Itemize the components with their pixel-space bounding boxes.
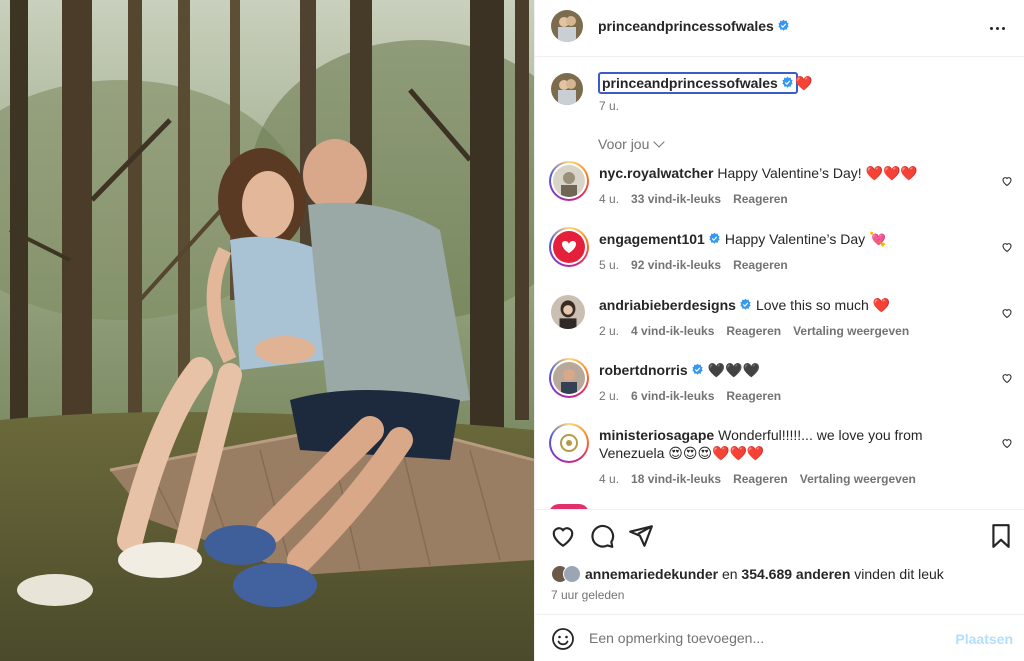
translate-button[interactable]: Vertaling weergeven (793, 324, 909, 338)
comment-body: engagement101 Happy Valentine’s Day 💘 (599, 230, 979, 248)
commenter-avatar[interactable] (551, 295, 585, 329)
comment-body: andriabieberdesigns Love this so much ❤️ (599, 296, 979, 314)
comment-text: 🖤🖤🖤 (707, 362, 760, 378)
comment-input[interactable] (589, 625, 929, 651)
caption-timestamp[interactable]: 7 u. (599, 99, 619, 113)
caption-text: ❤️ (795, 75, 813, 91)
comment-time[interactable]: 2 u. (599, 324, 619, 338)
comment-meta: 5 u. 92 vind-ik-leuks Reageren (599, 258, 800, 272)
author-avatar[interactable] (551, 10, 583, 42)
comment-sort-dropdown[interactable]: Voor jou (598, 136, 666, 152)
story-ring[interactable] (549, 161, 589, 201)
reply-button[interactable]: Reageren (726, 389, 781, 403)
comment-likes[interactable]: 6 vind-ik-leuks (631, 389, 714, 403)
post-actions: annemariedekunder en 354.689 anderen vin… (535, 509, 1024, 614)
commenter-username-text[interactable]: engagement101 (599, 231, 705, 247)
post-header: princeandprincessofwales (535, 0, 1024, 57)
commenter-username[interactable]: engagement101 (599, 231, 721, 247)
commenter-username-text[interactable]: robertdnorris (599, 362, 688, 378)
caption-username-text[interactable]: princeandprincessofwales (602, 75, 778, 91)
comment-text: Happy Valentine’s Day 💘 (724, 231, 887, 247)
comment-likes[interactable]: 18 vind-ik-leuks (631, 472, 721, 486)
bookmark-icon[interactable] (988, 523, 1014, 549)
likes-connector: en (721, 566, 738, 582)
post-panel: princeandprincessofwales princeandprince… (534, 0, 1024, 661)
likes-summary[interactable]: annemariedekunder en 354.689 anderen vin… (551, 565, 944, 583)
post-comment-button[interactable]: Plaatsen (955, 631, 1013, 647)
heart-icon[interactable] (1001, 372, 1013, 384)
emoji-icon[interactable] (551, 627, 575, 651)
liker-username[interactable]: annemariedekunder (585, 566, 718, 582)
comment-meta: 2 u. 4 vind-ik-leuks Reageren Vertaling wee… (599, 324, 921, 338)
reply-button[interactable]: Reageren (733, 258, 788, 272)
comment-body: nyc.royalwatcher Happy Valentine’s Day! ❤… (599, 164, 979, 182)
couple-photo (0, 0, 534, 661)
comment-icon[interactable] (589, 523, 615, 549)
reply-button[interactable]: Reageren (733, 472, 788, 486)
post-photo[interactable] (0, 0, 534, 661)
caption-username[interactable]: princeandprincessofwales (598, 72, 798, 94)
comment-likes[interactable]: 92 vind-ik-leuks (631, 258, 721, 272)
commenter-username[interactable]: andriabieberdesigns (599, 297, 752, 313)
post-timestamp[interactable]: 7 uur geleden (551, 588, 624, 602)
comment-text: Happy Valentine’s Day! ❤️❤️❤️ (717, 165, 918, 181)
translate-button[interactable]: Vertaling weergeven (800, 472, 916, 486)
commenter-username[interactable]: robertdnorris (599, 362, 704, 378)
heart-icon[interactable] (1001, 241, 1013, 253)
more-icon[interactable] (985, 16, 1009, 40)
verified-icon (709, 232, 720, 244)
story-ring[interactable] (549, 358, 589, 398)
heart-icon[interactable] (550, 523, 576, 549)
story-ring[interactable] (549, 227, 589, 267)
heart-icon[interactable] (1001, 437, 1013, 449)
chevron-down-icon (653, 136, 666, 148)
comment-likes[interactable]: 4 vind-ik-leuks (631, 324, 714, 338)
heart-icon[interactable] (1001, 175, 1013, 187)
comment-time[interactable]: 4 u. (599, 192, 619, 206)
commenter-avatar[interactable] (553, 362, 585, 394)
verified-icon (782, 76, 793, 88)
story-ring[interactable] (549, 423, 589, 463)
add-comment-bar: Plaatsen (535, 614, 1024, 661)
commenter-avatar[interactable] (553, 165, 585, 197)
sort-label: Voor jou (598, 136, 650, 152)
commenter-avatar[interactable] (553, 427, 585, 459)
post-caption: princeandprincessofwales ❤️ 7 u. (535, 57, 1024, 127)
share-icon[interactable] (628, 523, 654, 549)
comment-likes[interactable]: 33 vind-ik-leuks (631, 192, 721, 206)
caption-author-avatar[interactable] (551, 73, 583, 105)
commenter-avatar[interactable] (553, 231, 585, 263)
comments-section[interactable]: princeandprincessofwales ❤️ 7 u. Voor jo… (535, 57, 1024, 509)
comment-time[interactable]: 5 u. (599, 258, 619, 272)
commenter-username[interactable]: ministeriosagape (599, 427, 714, 443)
comment-body: robertdnorris 🖤🖤🖤 (599, 361, 979, 379)
comment-meta: 4 u. 18 vind-ik-leuks Reageren Vertaling we… (599, 472, 928, 486)
comment-body: ministeriosagape Wonderful!!!!!... we lov… (599, 426, 979, 462)
verified-icon (740, 298, 751, 310)
comment-text: Love this so much ❤️ (755, 297, 891, 313)
commenter-username[interactable]: nyc.royalwatcher (599, 165, 713, 181)
verified-icon (691, 363, 703, 375)
author-username[interactable]: princeandprincessofwales (598, 18, 790, 34)
author-username-text[interactable]: princeandprincessofwales (598, 18, 774, 34)
commenter-username-text[interactable]: andriabieberdesigns (599, 297, 736, 313)
likes-count[interactable]: 354.689 anderen (741, 566, 850, 582)
reply-button[interactable]: Reageren (726, 324, 781, 338)
likes-suffix: vinden dit leuk (854, 566, 944, 582)
comment-time[interactable]: 4 u. (599, 472, 619, 486)
reply-button[interactable]: Reageren (733, 192, 788, 206)
comment-meta: 2 u. 6 vind-ik-leuks Reageren (599, 389, 793, 403)
comment-meta: 4 u. 33 vind-ik-leuks Reageren (599, 192, 800, 206)
heart-icon[interactable] (1001, 307, 1013, 319)
comment-time[interactable]: 2 u. (599, 389, 619, 403)
liker-avatar (563, 565, 581, 583)
verified-icon (778, 19, 789, 31)
